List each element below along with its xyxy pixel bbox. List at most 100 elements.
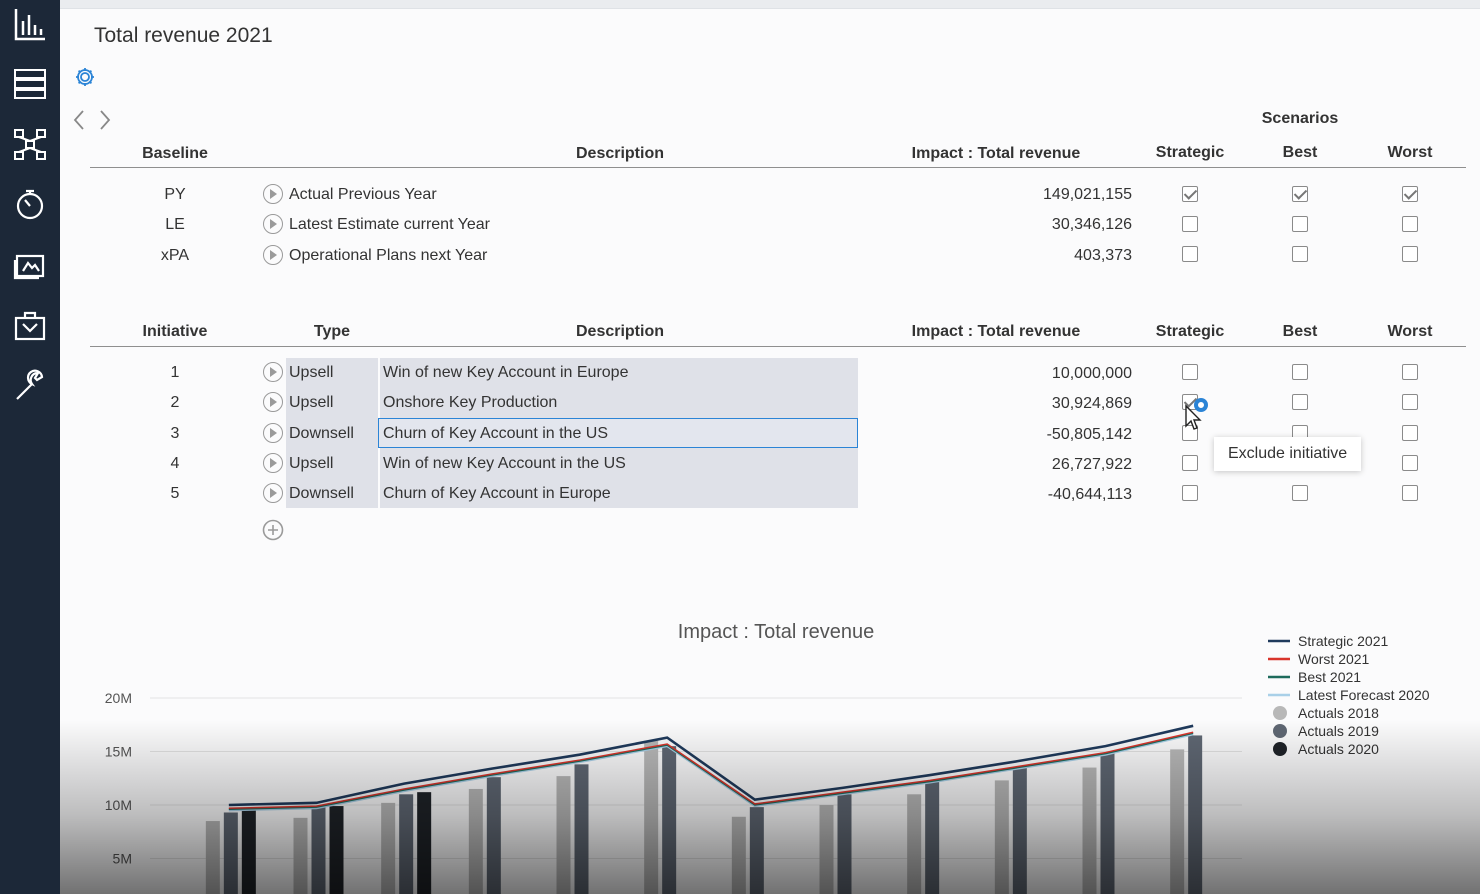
strategic-checkbox[interactable] xyxy=(1182,364,1198,380)
initiative-description-header: Description xyxy=(575,323,664,340)
hierarchy-icon[interactable] xyxy=(10,124,50,164)
wrench-icon[interactable] xyxy=(10,366,50,406)
top-strip xyxy=(60,0,1480,9)
initiative-impact: 30,924,869 xyxy=(1051,395,1132,412)
baseline-header: Baseline xyxy=(142,145,208,162)
initiative-worst-header: Worst xyxy=(1387,323,1433,340)
baseline-code: xPA xyxy=(160,247,190,264)
bar-actuals-2020 xyxy=(417,792,432,894)
initiative-type-cell[interactable]: Downsell xyxy=(289,425,354,443)
worst-checkbox[interactable] xyxy=(1402,455,1418,471)
worst-checkbox[interactable] xyxy=(1402,186,1418,202)
worst-checkbox[interactable] xyxy=(1402,425,1418,441)
worst-checkbox[interactable] xyxy=(1402,216,1418,232)
bar-actuals-2019 xyxy=(1188,735,1203,894)
expand-play-icon[interactable] xyxy=(263,245,283,265)
initiative-type-cell[interactable]: Downsell xyxy=(289,485,354,503)
legend-label: Actuals 2019 xyxy=(1298,723,1379,739)
initiative-id: 3 xyxy=(170,425,180,442)
initiative-description-cell[interactable]: Win of new Key Account in the US xyxy=(383,455,626,473)
initiative-impact: 26,727,922 xyxy=(1051,456,1132,473)
initiative-strategic-header: Strategic xyxy=(1155,323,1225,340)
best-checkbox[interactable] xyxy=(1292,216,1308,232)
expand-play-icon[interactable] xyxy=(263,392,283,412)
chart-title: Impact : Total revenue xyxy=(678,621,874,643)
bar-actuals-2019 xyxy=(925,781,940,894)
baseline-impact: 403,373 xyxy=(1074,247,1132,264)
bar-actuals-2019 xyxy=(1012,767,1027,894)
baseline-description: Latest Estimate current Year xyxy=(289,216,490,233)
impact-chart: Impact : Total revenue 20M 15M 10M 5M Strateg… xyxy=(105,621,1430,894)
strategic-checkbox[interactable] xyxy=(1182,485,1198,501)
legend-label: Worst 2021 xyxy=(1298,651,1370,667)
best-checkbox[interactable] xyxy=(1292,394,1308,410)
bar-actuals-2019 xyxy=(399,794,414,894)
legend-label: Strategic 2021 xyxy=(1298,633,1388,649)
strategic-checkbox[interactable] xyxy=(1182,246,1198,262)
bar-actuals-2019 xyxy=(223,812,238,894)
bar-actuals-2019 xyxy=(662,746,677,894)
initiative-description-cell[interactable]: Onshore Key Production xyxy=(383,394,557,412)
bar-actuals-2019 xyxy=(749,807,764,894)
y-tick-label: 20M xyxy=(105,690,132,706)
settings-gear-icon[interactable] xyxy=(74,66,96,93)
prev-arrow-icon[interactable] xyxy=(70,108,88,137)
worst-checkbox[interactable] xyxy=(1402,246,1418,262)
initiative-impact-header: Impact : Total revenue xyxy=(911,323,1081,340)
add-initiative-plus-icon[interactable] xyxy=(262,519,284,546)
initiative-impact: 10,000,000 xyxy=(1051,365,1132,382)
baseline-strategic-header: Strategic xyxy=(1155,144,1225,161)
strategic-checkbox[interactable] xyxy=(1182,455,1198,471)
chart-icon[interactable] xyxy=(10,4,50,44)
media-icon[interactable] xyxy=(10,246,50,286)
next-arrow-icon[interactable] xyxy=(96,108,114,137)
baseline-description-header: Description xyxy=(575,145,664,162)
expand-play-icon[interactable] xyxy=(263,453,283,473)
worst-checkbox[interactable] xyxy=(1402,485,1418,501)
initiative-id: 1 xyxy=(170,364,180,381)
worst-checkbox[interactable] xyxy=(1402,364,1418,380)
initiative-description-cell[interactable]: Churn of Key Account in Europe xyxy=(383,485,611,503)
expand-play-icon[interactable] xyxy=(263,483,283,503)
bar-actuals-2018 xyxy=(468,788,483,894)
expand-play-icon[interactable] xyxy=(263,423,283,443)
baseline-best-header: Best xyxy=(1282,144,1318,161)
bar-actuals-2019 xyxy=(837,794,852,894)
bar-actuals-2020 xyxy=(329,806,344,894)
bar-actuals-2018 xyxy=(1082,767,1097,894)
worst-checkbox[interactable] xyxy=(1402,394,1418,410)
initiative-description-cell[interactable]: Churn of Key Account in the US xyxy=(383,425,608,443)
bar-actuals-2018 xyxy=(644,740,659,894)
baseline-worst-header: Worst xyxy=(1387,144,1433,161)
page-title: Total revenue 2021 xyxy=(94,24,273,47)
bar-actuals-2018 xyxy=(556,776,571,894)
baseline-code: LE xyxy=(165,216,185,233)
briefcase-icon[interactable] xyxy=(10,306,50,346)
bar-actuals-2018 xyxy=(381,802,396,894)
best-checkbox[interactable] xyxy=(1292,186,1308,202)
bar-actuals-2019 xyxy=(311,807,326,894)
best-checkbox[interactable] xyxy=(1292,485,1308,501)
bar-actuals-2018 xyxy=(293,817,308,894)
exclude-initiative-tooltip: Exclude initiative xyxy=(1214,437,1362,471)
initiative-type-cell[interactable]: Upsell xyxy=(289,394,333,412)
y-tick-label: 10M xyxy=(105,797,132,813)
database-icon[interactable] xyxy=(10,64,50,104)
best-checkbox[interactable] xyxy=(1292,364,1308,380)
main-panel: Total revenue 2021 Scenarios Baseline De… xyxy=(60,0,1480,894)
expand-play-icon[interactable] xyxy=(263,362,283,382)
best-checkbox[interactable] xyxy=(1292,246,1308,262)
expand-play-icon[interactable] xyxy=(263,214,283,234)
baseline-impact: 30,346,126 xyxy=(1051,216,1132,233)
strategic-checkbox[interactable] xyxy=(1182,186,1198,202)
gauge-icon[interactable] xyxy=(10,184,50,224)
strategic-checkbox[interactable] xyxy=(1182,216,1198,232)
initiative-type-cell[interactable]: Upsell xyxy=(289,364,333,382)
scenarios-label: Scenarios xyxy=(1261,110,1339,127)
bar-actuals-2019 xyxy=(1100,752,1115,894)
baseline-code: PY xyxy=(164,186,186,203)
initiative-description-cell[interactable]: Win of new Key Account in Europe xyxy=(383,364,628,382)
initiative-type-cell[interactable]: Upsell xyxy=(289,455,333,473)
nav-rail xyxy=(0,0,60,894)
expand-play-icon[interactable] xyxy=(263,184,283,204)
